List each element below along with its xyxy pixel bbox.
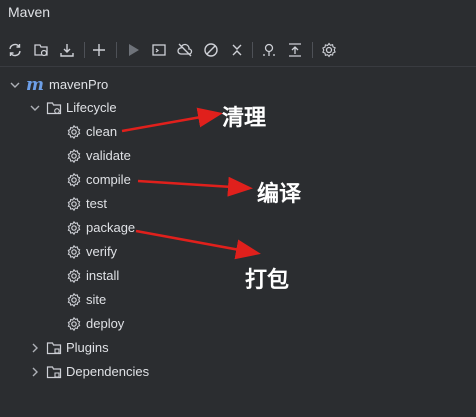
skip-tests-icon[interactable]	[200, 39, 222, 61]
generate-sources-icon[interactable]	[30, 39, 52, 61]
tool-window-header: Maven	[0, 0, 476, 30]
chevron-down-icon[interactable]	[8, 78, 22, 92]
offline-mode-icon[interactable]	[174, 39, 196, 61]
lifecycle-goal-verify[interactable]: verify	[66, 240, 117, 264]
gear-icon	[66, 316, 82, 332]
goal-label: compile	[86, 172, 131, 187]
annotation-package: 打包	[245, 268, 290, 293]
gear-icon	[66, 196, 82, 212]
collapse-icon[interactable]	[226, 39, 248, 61]
plugins-label: Plugins	[66, 340, 109, 355]
lifecycle-goal-test[interactable]: test	[66, 192, 107, 216]
gear-icon	[66, 220, 82, 236]
project-label: mavenPro	[49, 77, 109, 92]
gear-icon	[66, 124, 82, 140]
dependencies-label: Dependencies	[66, 364, 150, 379]
arrow-compile	[137, 176, 253, 197]
tree-node-plugins[interactable]: Plugins	[28, 336, 109, 360]
tree-node-dependencies[interactable]: Dependencies	[28, 360, 149, 384]
lifecycle-goal-install[interactable]: install	[66, 264, 119, 288]
goal-label: deploy	[86, 316, 125, 331]
download-icon[interactable]	[56, 39, 78, 61]
gear-icon	[66, 292, 82, 308]
gear-icon	[66, 148, 82, 164]
lifecycle-goal-compile[interactable]: compile	[66, 168, 131, 192]
lifecycle-folder-icon	[46, 100, 62, 116]
toolbar-separator	[252, 42, 253, 58]
lifecycle-goal-clean[interactable]: clean	[66, 120, 117, 144]
dependencies-folder-icon	[46, 364, 62, 380]
gear-icon	[66, 244, 82, 260]
goal-label: test	[86, 196, 107, 211]
lifecycle-goal-validate[interactable]: validate	[66, 144, 131, 168]
goal-label: validate	[86, 148, 131, 163]
annotation-clean: 清理	[222, 106, 267, 131]
settings-icon[interactable]	[318, 39, 340, 61]
goal-label: site	[86, 292, 107, 307]
run-icon[interactable]	[122, 39, 144, 61]
lifecycle-label: Lifecycle	[66, 100, 117, 115]
maven-toolbar	[0, 34, 476, 67]
execute-goal-icon[interactable]	[148, 39, 170, 61]
toolbar-separator	[84, 42, 85, 58]
goal-label: package	[86, 220, 136, 235]
arrow-clean	[121, 107, 223, 133]
tree-node-lifecycle[interactable]: Lifecycle	[28, 96, 117, 120]
toolbar-separator	[312, 42, 313, 58]
chevron-right-icon[interactable]	[28, 341, 42, 355]
lifecycle-goal-package[interactable]: package	[66, 216, 135, 240]
toolbar-separator	[116, 42, 117, 58]
lifecycle-goal-site[interactable]: site	[66, 288, 106, 312]
maven-icon: m	[26, 75, 44, 95]
annotation-compile: 编译	[257, 182, 302, 207]
gear-icon	[66, 268, 82, 284]
lifecycle-goal-deploy[interactable]: deploy	[66, 312, 124, 336]
reload-icon[interactable]	[4, 39, 26, 61]
chevron-right-icon[interactable]	[28, 365, 42, 379]
goal-label: install	[86, 268, 120, 283]
add-icon[interactable]	[88, 39, 110, 61]
chevron-down-icon[interactable]	[28, 101, 42, 115]
arrow-package	[135, 229, 261, 260]
goal-label: verify	[86, 244, 118, 259]
collapse-all-icon[interactable]	[284, 39, 306, 61]
gear-icon	[66, 172, 82, 188]
show-dependencies-icon[interactable]	[258, 39, 280, 61]
plugins-folder-icon	[46, 340, 62, 356]
tree-node-project[interactable]: m mavenPro	[8, 73, 108, 97]
tool-window-title: Maven	[8, 4, 51, 20]
goal-label: clean	[86, 124, 118, 139]
